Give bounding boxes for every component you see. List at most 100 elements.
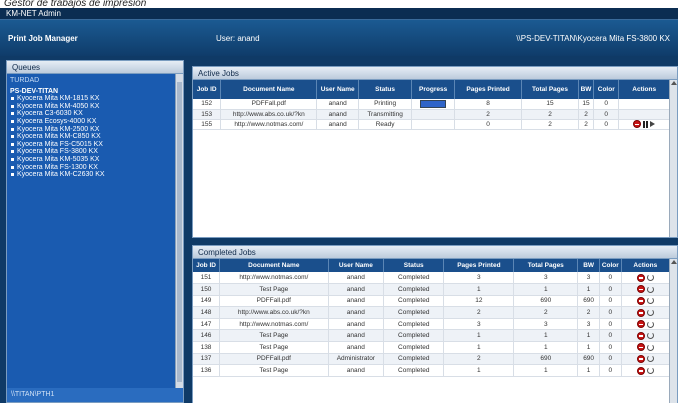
- bw-count: 1: [577, 341, 600, 354]
- table-row[interactable]: 136 Test Page anand Completed 1 1 1 0: [193, 364, 671, 377]
- cancel-icon[interactable]: [636, 308, 645, 317]
- column-header[interactable]: User Name: [316, 80, 360, 99]
- queue-item[interactable]: Kyocera Mita KM-2500 KX: [10, 126, 183, 134]
- table-row[interactable]: 153 http://www.abs.co.uk/?kn anand Trans…: [193, 109, 670, 120]
- current-user: User: anand: [216, 34, 260, 43]
- pages-printed: 2: [443, 306, 515, 319]
- column-header[interactable]: Color: [599, 259, 622, 272]
- column-header[interactable]: Document Name: [220, 80, 318, 99]
- progress-fill: [421, 100, 446, 107]
- total-pages: 1: [513, 329, 579, 343]
- column-header[interactable]: Color: [593, 80, 620, 99]
- completed-jobs-table: Job ID Document Name User Name Status Pa…: [193, 259, 671, 377]
- reprint-icon[interactable]: [646, 274, 654, 282]
- column-header[interactable]: Job ID: [193, 80, 222, 99]
- pause-icon[interactable]: [643, 120, 649, 128]
- active-jobs-scrollbar[interactable]: [669, 80, 677, 237]
- column-header[interactable]: Pages Printed: [454, 80, 523, 99]
- table-row[interactable]: 137 PDFFall.pdf Administrator Completed 2 690…: [193, 353, 671, 366]
- resume-icon[interactable]: [650, 121, 656, 127]
- column-header[interactable]: Total Pages: [521, 80, 579, 99]
- cancel-icon[interactable]: [636, 331, 645, 340]
- column-header[interactable]: BW: [578, 80, 595, 99]
- job-status: Printing: [358, 99, 413, 110]
- reprint-icon[interactable]: [646, 320, 654, 328]
- column-header[interactable]: Status: [383, 259, 445, 272]
- column-header[interactable]: Document Name: [219, 259, 329, 272]
- actions-cell: [621, 353, 671, 366]
- queue-item[interactable]: Kyocera Ecosys-4000 KX: [10, 118, 183, 126]
- job-id: 151: [193, 272, 221, 285]
- table-row[interactable]: 151 http://www.notmas.com/anand Completed 3…: [193, 272, 671, 285]
- queue-item[interactable]: Kyocera Mita FS-C5015 KX: [10, 141, 183, 149]
- scrollbar-thumb[interactable]: [177, 82, 182, 382]
- table-row[interactable]: 147 http://www.notmas.com/anand Completed 3…: [193, 318, 671, 331]
- bw-count: 1: [577, 364, 600, 377]
- cancel-icon[interactable]: [636, 366, 645, 375]
- actions-cell: [618, 119, 670, 130]
- completed-jobs-scrollbar[interactable]: [669, 259, 677, 403]
- queue-item[interactable]: Kyocera Mita KM-C2630 KX: [10, 171, 183, 179]
- user-name: anand: [328, 295, 385, 308]
- reprint-icon[interactable]: [646, 285, 654, 293]
- column-header[interactable]: Actions: [618, 80, 670, 99]
- total-pages: 2: [521, 109, 579, 120]
- reprint-icon[interactable]: [646, 343, 654, 351]
- queue-group-server[interactable]: PS-DEV-TITAN: [10, 88, 183, 96]
- table-row[interactable]: 149 PDFFall.pdf anand Completed 12 690 690 0: [193, 295, 671, 308]
- table-row[interactable]: 155 http://www.notmas.com/ anand Ready 0…: [193, 119, 670, 130]
- table-row[interactable]: 152 PDFFall.pdf anand Printing 8 15 15 0: [193, 99, 670, 110]
- cancel-icon[interactable]: [636, 343, 645, 352]
- cancel-icon[interactable]: [636, 273, 645, 282]
- reprint-icon[interactable]: [646, 355, 654, 363]
- column-header[interactable]: Total Pages: [513, 259, 579, 272]
- column-header[interactable]: Status: [358, 80, 413, 99]
- column-header[interactable]: User Name: [328, 259, 385, 272]
- table-row[interactable]: 148 http://www.abs.co.uk/?kn anand Complete…: [193, 306, 671, 319]
- table-row[interactable]: 146 Test Page anand Completed 1 1 1 0: [193, 329, 671, 343]
- job-status: Completed: [383, 318, 445, 331]
- cancel-icon[interactable]: [633, 120, 642, 128]
- job-id: 152: [193, 99, 222, 110]
- table-row[interactable]: 150 Test Page anand Completed 1 1 1 0: [193, 283, 671, 296]
- queue-root-label[interactable]: TURDAD: [10, 77, 183, 85]
- queue-item[interactable]: Kyocera Mita KM-5035 KX: [10, 156, 183, 164]
- completed-jobs-title: Completed Jobs: [193, 246, 677, 259]
- column-header[interactable]: Job ID: [193, 259, 221, 272]
- column-header[interactable]: Progress: [411, 80, 456, 99]
- scroll-up-icon[interactable]: [671, 81, 677, 85]
- document-name: http://www.notmas.com/: [219, 272, 329, 285]
- queue-item[interactable]: Kyocera Mita KM-1815 KX: [10, 95, 183, 103]
- user-name: anand: [328, 318, 385, 331]
- actions-cell: [621, 329, 671, 343]
- progress-cell: [411, 109, 456, 120]
- reprint-icon[interactable]: [646, 332, 654, 340]
- scroll-up-icon[interactable]: [671, 260, 677, 264]
- job-status: Completed: [383, 341, 445, 354]
- reprint-icon[interactable]: [646, 309, 654, 317]
- cancel-icon[interactable]: [636, 296, 645, 305]
- queue-item[interactable]: Kyocera Mita FS-1300 KX: [10, 164, 183, 172]
- progress-cell: [411, 119, 456, 130]
- job-id: 149: [193, 295, 221, 308]
- column-header[interactable]: BW: [577, 259, 600, 272]
- color-count: 0: [599, 353, 622, 366]
- queues-scrollbar[interactable]: [175, 74, 183, 390]
- queue-item[interactable]: Kyocera Mita KM-C850 KX: [10, 133, 183, 141]
- reprint-icon[interactable]: [646, 367, 654, 375]
- total-pages: 1: [513, 341, 579, 354]
- cancel-icon[interactable]: [636, 354, 645, 363]
- job-status: Transmitting: [358, 109, 413, 120]
- user-name: anand: [316, 109, 360, 120]
- queue-item[interactable]: Kyocera C3-6030 KX: [10, 110, 183, 118]
- table-row[interactable]: 138 Test Page anand Completed 1 1 1 0: [193, 341, 671, 354]
- column-header[interactable]: Pages Printed: [443, 259, 515, 272]
- reprint-icon[interactable]: [646, 297, 654, 305]
- queue-item[interactable]: Kyocera Mita KM-4050 KX: [10, 103, 183, 111]
- job-status: Ready: [358, 119, 413, 130]
- cancel-icon[interactable]: [636, 320, 645, 329]
- column-header[interactable]: Actions: [621, 259, 671, 272]
- queue-item[interactable]: Kyocera Mita FS-3800 KX: [10, 148, 183, 156]
- actions-cell: [621, 318, 671, 331]
- cancel-icon[interactable]: [636, 285, 645, 294]
